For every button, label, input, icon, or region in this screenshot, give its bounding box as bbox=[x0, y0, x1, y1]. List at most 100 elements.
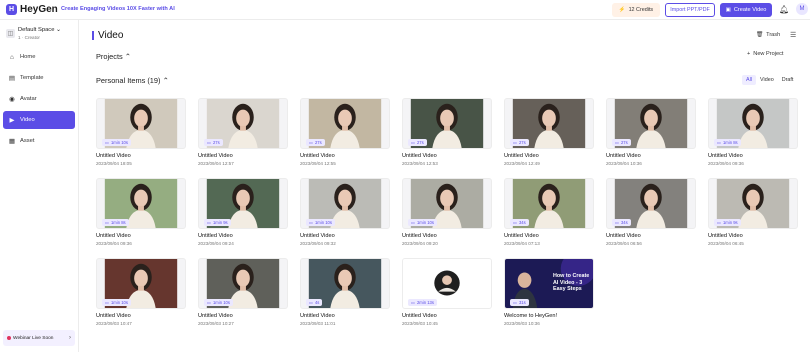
video-title: Untitled Video bbox=[402, 153, 437, 159]
video-thumbnail[interactable]: ▭ 1min 8s bbox=[708, 98, 798, 149]
video-date: 2023/09/04 09:20 bbox=[402, 241, 438, 246]
video-date: 2023/09/04 09:36 bbox=[708, 161, 744, 166]
video-plus-icon: ▣ bbox=[725, 7, 731, 13]
video-thumbnail[interactable]: ▭ 1min 10s bbox=[96, 258, 186, 309]
video-card[interactable]: ▭ 34s Untitled Video 2023/09/04 07:13 bbox=[504, 178, 594, 250]
video-card[interactable]: ▭ 1min 10s Untitled Video 2023/09/04 09:20 bbox=[402, 178, 492, 250]
chevron-up-icon: ⌃ bbox=[124, 52, 131, 61]
video-camera-icon: ▭ bbox=[105, 220, 109, 225]
video-date: 2023/09/04 06:45 bbox=[708, 241, 744, 246]
user-avatar[interactable]: M bbox=[796, 3, 808, 15]
video-thumbnail[interactable]: ▭ 4s bbox=[300, 258, 390, 309]
video-thumbnail[interactable]: ▭ 2min 13s bbox=[402, 258, 492, 309]
video-card[interactable]: ▭ 34s Untitled Video 2023/09/04 06:56 bbox=[606, 178, 696, 250]
video-thumbnail[interactable]: ▭ 1min 10s bbox=[96, 98, 186, 149]
duration-badge: ▭ 31s bbox=[510, 299, 529, 306]
duration-label: 1min 10s bbox=[212, 300, 230, 305]
video-camera-icon: ▭ bbox=[615, 220, 619, 225]
video-thumbnail[interactable]: ▭ 27s bbox=[198, 98, 288, 149]
video-thumbnail[interactable]: ▭ 27s bbox=[606, 98, 696, 149]
sidebar-item-asset[interactable]: ▦ Asset bbox=[3, 132, 75, 150]
video-thumbnail[interactable]: ▭ 1min 10s bbox=[402, 178, 492, 229]
video-card[interactable]: ▭ 4s Untitled Video 2023/09/03 11:01 bbox=[300, 258, 390, 330]
sidebar-item-video[interactable]: ▶ Video bbox=[3, 111, 75, 129]
video-date: 2023/09/03 10:36 bbox=[504, 321, 540, 326]
create-video-button[interactable]: ▣ Create Video bbox=[720, 3, 772, 17]
sidebar-item-avatar[interactable]: ◉ Avatar bbox=[3, 90, 75, 108]
video-card[interactable]: ▭ 27s Untitled Video 2023/09/04 12:53 bbox=[402, 98, 492, 170]
video-card[interactable]: How to Create AI Video - 3 Easy Steps ▭ 31… bbox=[504, 258, 594, 330]
tagline-link[interactable]: Create Engaging Videos 10X Faster with A… bbox=[61, 6, 175, 12]
duration-badge: ▭ 27s bbox=[612, 139, 631, 146]
brand-name: HeyGen bbox=[20, 4, 58, 15]
chevron-down-icon: ⌄ bbox=[56, 27, 61, 33]
video-card[interactable]: ▭ 1min 8s Untitled Video 2023/09/04 09:36 bbox=[708, 98, 798, 170]
template-icon: ▤ bbox=[8, 75, 16, 82]
video-camera-icon: ▭ bbox=[411, 300, 415, 305]
plus-icon: + bbox=[747, 51, 751, 57]
trash-label: Trash bbox=[766, 32, 781, 38]
trash-button[interactable]: 🗑︎ Trash bbox=[756, 32, 780, 38]
video-thumbnail[interactable]: How to Create AI Video - 3 Easy Steps ▭ 31… bbox=[504, 258, 594, 309]
video-card[interactable]: ▭ 1min 10s Untitled Video 2023/09/04 09:32 bbox=[300, 178, 390, 250]
duration-label: 27s bbox=[314, 140, 322, 145]
logo[interactable]: H HeyGen bbox=[6, 4, 58, 15]
video-card[interactable]: ▭ 2min 13s Untitled Video 2023/09/03 10:45 bbox=[402, 258, 492, 330]
duration-label: 27s bbox=[620, 140, 628, 145]
video-card[interactable]: ▭ 1min 10s Untitled Video 2023/09/03 10:27 bbox=[198, 258, 288, 330]
new-project-button[interactable]: + New Project bbox=[747, 51, 783, 57]
credits-badge[interactable]: ⚡ 12 Credits bbox=[612, 3, 660, 17]
video-thumbnail[interactable]: ▭ 1min 10s bbox=[300, 178, 390, 229]
sidebar: ◫ Default Space ⌄ 1 · Creator ⌂ Home ▤ Temp… bbox=[0, 20, 79, 352]
sidebar-item-template[interactable]: ▤ Template bbox=[3, 69, 75, 87]
space-switcher[interactable]: ◫ Default Space ⌄ 1 · Creator bbox=[6, 27, 76, 43]
filter-tab-all[interactable]: All bbox=[742, 75, 756, 85]
video-title: Untitled Video bbox=[402, 313, 437, 319]
new-project-label: New Project bbox=[753, 51, 784, 57]
video-thumbnail[interactable]: ▭ 34s bbox=[606, 178, 696, 229]
video-card[interactable]: ▭ 1min 10s Untitled Video 2023/09/03 10:47 bbox=[96, 258, 186, 330]
video-title: Untitled Video bbox=[198, 233, 233, 239]
video-camera-icon: ▭ bbox=[309, 140, 313, 145]
video-card[interactable]: ▭ 27s Untitled Video 2023/09/04 12:49 bbox=[504, 98, 594, 170]
avatar-icon: ◉ bbox=[9, 96, 15, 103]
import-ppt-pdf-button[interactable]: Import PPT/PDF bbox=[665, 3, 715, 17]
video-card[interactable]: ▭ 1min 8s Untitled Video 2023/09/04 09:36 bbox=[96, 178, 186, 250]
video-thumbnail[interactable]: ▭ 1min 9s bbox=[198, 178, 288, 229]
video-card[interactable]: ▭ 1min 9s Untitled Video 2023/09/04 09:24 bbox=[198, 178, 288, 250]
video-card[interactable]: ▭ 27s Untitled Video 2023/09/04 12:57 bbox=[198, 98, 288, 170]
page-title: Video bbox=[92, 30, 123, 41]
video-card[interactable]: ▭ 27s Untitled Video 2023/09/04 12:55 bbox=[300, 98, 390, 170]
video-date: 2023/09/03 10:45 bbox=[402, 321, 438, 326]
video-card[interactable]: ▭ 1min 9s Untitled Video 2023/09/04 06:45 bbox=[708, 178, 798, 250]
video-camera-icon: ▭ bbox=[513, 140, 517, 145]
filter-tab-draft[interactable]: Draft bbox=[778, 75, 798, 85]
bell-icon[interactable]: 🔔︎ bbox=[779, 5, 789, 14]
duration-label: 27s bbox=[212, 140, 220, 145]
filter-tab-video[interactable]: Video bbox=[756, 75, 778, 85]
video-thumbnail[interactable]: ▭ 27s bbox=[504, 98, 594, 149]
video-title: Untitled Video bbox=[300, 153, 335, 159]
duration-label: 1min 8s bbox=[110, 220, 126, 225]
projects-section-toggle[interactable]: Projects ⌃ bbox=[96, 52, 131, 61]
video-thumbnail[interactable]: ▭ 1min 9s bbox=[708, 178, 798, 229]
video-title: Untitled Video bbox=[96, 313, 131, 319]
list-view-icon[interactable]: ☰ bbox=[790, 31, 796, 39]
sidebar-item-label: Template bbox=[20, 75, 44, 81]
video-thumbnail[interactable]: ▭ 1min 10s bbox=[198, 258, 288, 309]
sidebar-item-home[interactable]: ⌂ Home bbox=[3, 48, 75, 66]
video-card[interactable]: ▭ 27s Untitled Video 2023/09/04 10:36 bbox=[606, 98, 696, 170]
video-card[interactable]: ▭ 1min 10s Untitled Video 2023/09/04 18:05 bbox=[96, 98, 186, 170]
video-thumbnail[interactable]: ▭ 34s bbox=[504, 178, 594, 229]
video-thumbnail[interactable]: ▭ 27s bbox=[300, 98, 390, 149]
webinar-banner[interactable]: Webinar Live Soon › bbox=[3, 330, 75, 346]
video-date: 2023/09/04 09:32 bbox=[300, 241, 336, 246]
personal-items-toggle[interactable]: Personal Items (19) ⌃ bbox=[96, 76, 169, 85]
duration-label: 1min 8s bbox=[722, 140, 738, 145]
video-camera-icon: ▭ bbox=[309, 300, 313, 305]
video-thumbnail[interactable]: ▭ 27s bbox=[402, 98, 492, 149]
video-title: Untitled Video bbox=[708, 153, 743, 159]
video-camera-icon: ▭ bbox=[207, 300, 211, 305]
video-thumbnail[interactable]: ▭ 1min 8s bbox=[96, 178, 186, 229]
duration-badge: ▭ 1min 9s bbox=[714, 219, 741, 226]
